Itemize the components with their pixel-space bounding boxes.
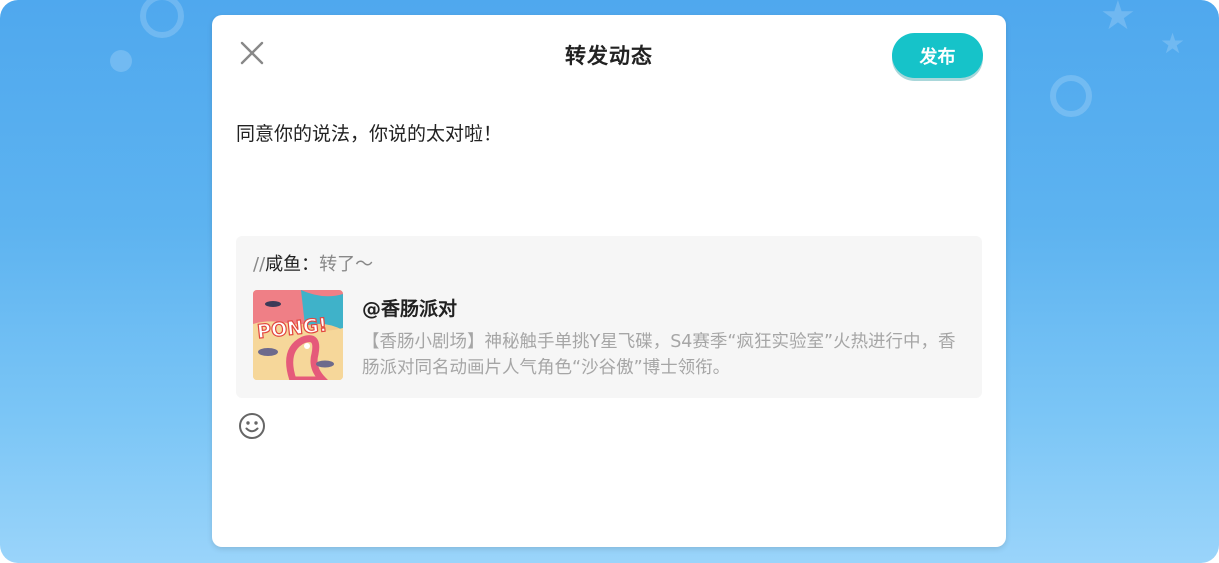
post-description: 【香肠小剧场】神秘触手单挑Y星飞碟，S4赛季“疯狂实验室”火热进行中，香肠派对同… [362,332,956,378]
forward-slashes: // [253,254,266,275]
decor-ring [1050,75,1092,117]
decor-star: ★ [1100,0,1136,39]
emoji-button[interactable] [238,412,266,440]
decor-star: ★ [1160,27,1186,60]
post-thumbnail[interactable]: PONG! [253,290,343,380]
background: ★ ★ 转发动态 发布 同意你的说法，你说的太对啦！ //咸鱼：转了～ PONG… [0,0,1219,563]
forward-username[interactable]: 咸鱼： [265,254,319,275]
decor-dot [110,50,132,72]
decor-ring [140,0,184,38]
forward-message: 转了～ [319,254,374,275]
forward-chain: //咸鱼：转了～ [253,250,373,276]
quoted-post[interactable]: //咸鱼：转了～ PONG! @香肠派对 【香肠小剧场】神秘触手单挑Y星飞碟，S… [236,236,982,398]
dialog-title: 转发动态 [565,44,653,68]
repost-dialog: 转发动态 发布 同意你的说法，你说的太对啦！ //咸鱼：转了～ PONG! @香… [212,15,1006,547]
post-author[interactable]: @香肠派对 [362,294,457,321]
post-thumbnail-image: PONG! [253,290,343,380]
comment-input[interactable]: 同意你的说法，你说的太对啦！ [236,119,976,146]
publish-button[interactable]: 发布 [892,33,983,78]
smiley-icon [239,413,265,439]
